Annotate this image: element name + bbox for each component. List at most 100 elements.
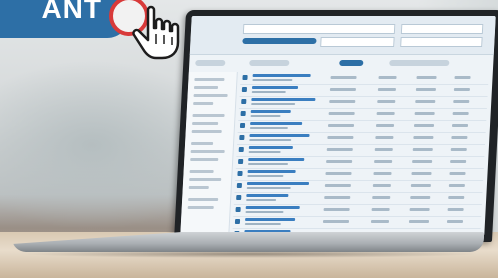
result-subtitle <box>246 187 291 189</box>
document-icon <box>241 99 247 104</box>
result-subtitle <box>247 163 289 165</box>
result-cell <box>412 160 433 163</box>
result-title-link[interactable] <box>248 158 305 161</box>
result-cell <box>373 172 392 175</box>
result-cell <box>449 172 466 175</box>
result-cell <box>416 76 437 79</box>
result-title-link[interactable] <box>245 218 296 221</box>
sidebar-item[interactable] <box>193 94 228 97</box>
search-field-right[interactable] <box>400 24 484 34</box>
result-title-link[interactable] <box>251 98 316 101</box>
toolbar-chip[interactable] <box>249 60 290 66</box>
results-list <box>231 72 489 236</box>
sidebar-item[interactable] <box>189 170 214 173</box>
toolbar-chip[interactable] <box>389 60 450 66</box>
result-cell <box>413 136 434 139</box>
result-cell <box>322 220 350 223</box>
document-icon <box>238 159 244 164</box>
sidebar-item[interactable] <box>192 122 219 125</box>
result-cell <box>326 148 353 151</box>
result-cell <box>448 196 465 199</box>
result-cell <box>408 220 430 223</box>
result-cell <box>415 88 436 91</box>
result-cell <box>372 184 391 187</box>
document-icon <box>242 75 248 80</box>
laptop <box>173 10 498 242</box>
toolbar-chip-active[interactable] <box>339 60 364 66</box>
result-title-link[interactable] <box>249 134 310 137</box>
result-cell <box>412 148 433 151</box>
result-cell <box>375 124 395 127</box>
result-cell <box>325 172 352 175</box>
result-cell <box>329 100 356 103</box>
sidebar-item[interactable] <box>191 130 222 133</box>
result-subtitle <box>247 175 284 177</box>
result-title-link[interactable] <box>250 110 291 113</box>
result-subtitle <box>245 211 284 213</box>
sidebar-item[interactable] <box>193 86 219 89</box>
result-cell <box>371 208 390 211</box>
result-cell <box>447 208 464 211</box>
search-field[interactable] <box>242 24 396 34</box>
result-cell <box>374 148 393 151</box>
laptop-screen <box>180 16 496 236</box>
document-icon <box>236 183 243 188</box>
sidebar-item[interactable] <box>188 198 219 201</box>
filter-select[interactable] <box>320 37 395 47</box>
document-icon <box>241 87 248 92</box>
result-cell <box>454 76 471 79</box>
result-cell <box>450 148 467 151</box>
toolbar-chip[interactable] <box>195 60 226 66</box>
result-cell <box>450 160 467 163</box>
result-cell <box>324 196 351 199</box>
sidebar-item[interactable] <box>190 150 225 153</box>
result-cell <box>327 124 355 127</box>
sidebar-item[interactable] <box>192 114 225 117</box>
result-cell <box>376 112 395 115</box>
sidebar-item[interactable] <box>187 206 214 209</box>
sidebar-item[interactable] <box>190 158 219 161</box>
result-subtitle <box>249 139 292 141</box>
result-cell <box>326 160 353 163</box>
filter-select-right[interactable] <box>400 37 483 47</box>
result-cell <box>452 112 469 115</box>
result-cell <box>410 196 431 199</box>
result-title-link[interactable] <box>252 74 311 77</box>
result-cell <box>324 184 351 187</box>
result-cell <box>377 88 396 91</box>
result-title-link[interactable] <box>251 86 299 89</box>
result-cell <box>410 184 431 187</box>
sidebar-item[interactable] <box>191 142 214 145</box>
result-cell <box>409 208 430 211</box>
result-cell <box>413 124 435 127</box>
result-subtitle <box>251 103 296 105</box>
sidebar-item[interactable] <box>193 102 214 105</box>
result-cell <box>448 184 465 187</box>
result-cell <box>414 112 435 115</box>
result-title-link[interactable] <box>248 146 293 149</box>
result-cell <box>370 220 390 223</box>
result-cell <box>375 136 394 139</box>
result-title-link[interactable] <box>250 122 303 125</box>
result-title-link[interactable] <box>246 194 289 197</box>
sidebar-item[interactable] <box>189 178 222 181</box>
result-title-link[interactable] <box>245 206 300 209</box>
result-subtitle <box>244 223 281 225</box>
app-search-header <box>189 16 496 55</box>
result-cell <box>451 124 469 127</box>
document-icon <box>238 147 244 152</box>
result-title-link[interactable] <box>247 170 296 173</box>
result-cell <box>374 160 393 163</box>
search-button[interactable] <box>242 38 317 44</box>
result-cell <box>372 196 391 199</box>
result-title-link[interactable] <box>246 182 310 185</box>
filter-sidebar <box>180 72 238 236</box>
sidebar-item[interactable] <box>188 186 209 189</box>
results-toolbar <box>189 58 494 70</box>
sidebar-item[interactable] <box>194 78 225 81</box>
result-subtitle <box>251 91 286 93</box>
document-icon <box>239 135 245 140</box>
result-cell <box>378 76 397 79</box>
result-cell <box>327 136 354 139</box>
document-icon <box>235 207 241 212</box>
